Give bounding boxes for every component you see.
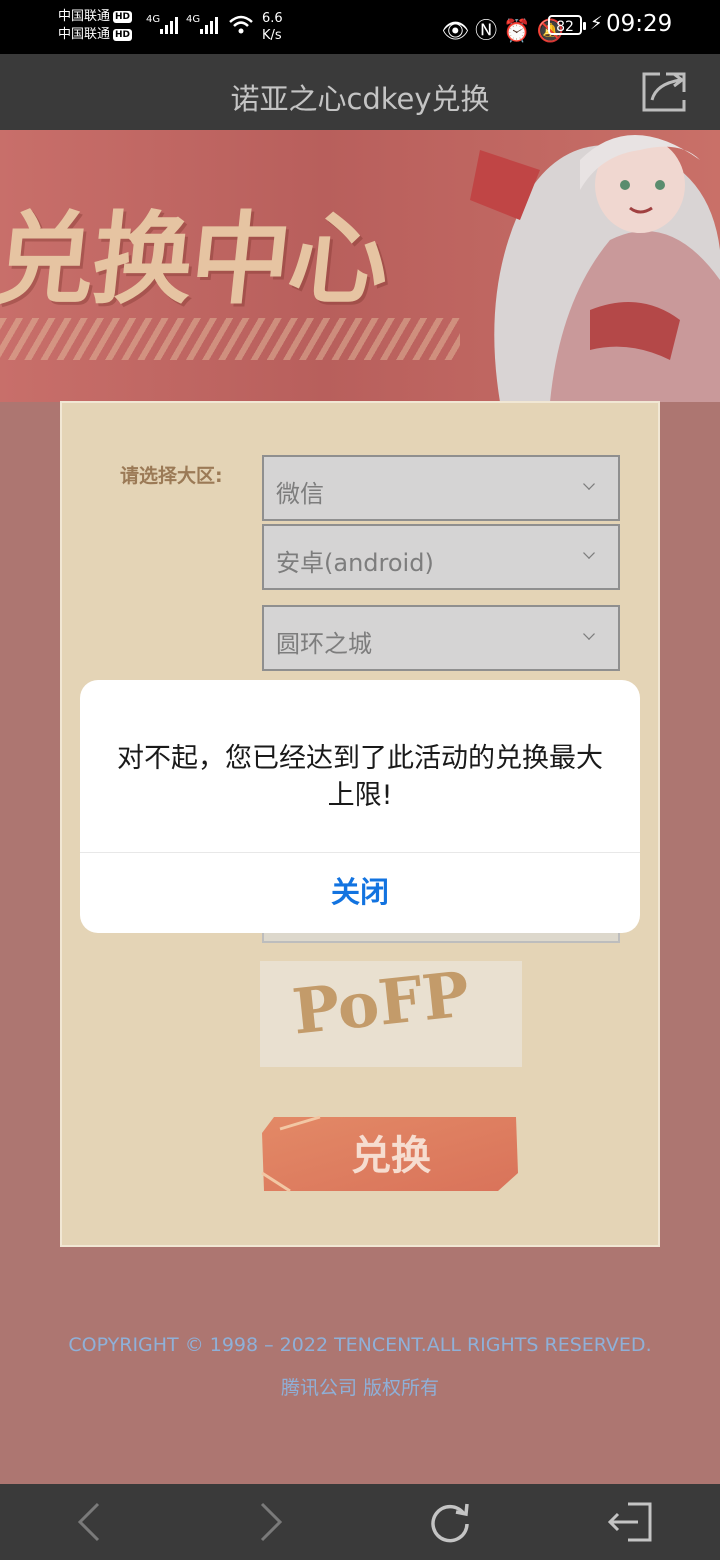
- select-value: 圆环之城: [276, 630, 372, 658]
- alert-dialog: 对不起，您已经达到了此活动的兑换最大上限! 关闭: [80, 680, 640, 933]
- dialog-message: 对不起，您已经达到了此活动的兑换最大上限!: [117, 743, 603, 811]
- copyright-cn-text: 腾讯公司 版权所有: [280, 1377, 440, 1399]
- select-value: 微信: [276, 480, 324, 508]
- hero-banner: 兑换中心: [0, 130, 720, 402]
- status-bar: 中国联通 HD 中国联通 HD 4G 4G 6.6 K/s 👁Ⓝ⏰🔕 82 ⚡ 09…: [0, 0, 720, 54]
- select-value: 安卓(android): [276, 549, 434, 577]
- chevron-down-icon: [583, 478, 595, 490]
- exit-icon[interactable]: [606, 1498, 654, 1546]
- hero-stripes: [0, 318, 460, 360]
- charging-icon: ⚡: [590, 13, 603, 34]
- region-label: 请选择大区:: [120, 465, 223, 487]
- chevron-right-icon[interactable]: [246, 1498, 294, 1546]
- battery-indicator: 82: [548, 15, 586, 35]
- platform-select[interactable]: 微信: [262, 455, 620, 521]
- copyright-text: COPYRIGHT © 1998 – 2022 TENCENT.ALL RIGH…: [68, 1334, 652, 1356]
- title-bar: 诺亚之心cdkey兑换: [0, 54, 720, 130]
- network-speed: 6.6 K/s: [262, 11, 283, 43]
- hd-badge: HD: [113, 11, 133, 23]
- clock: 09:29: [606, 11, 673, 37]
- signal-2-icon: [200, 14, 218, 34]
- signal-1-icon: [160, 14, 178, 34]
- server-select[interactable]: 圆环之城: [262, 605, 620, 671]
- redeem-button[interactable]: 兑换: [260, 1113, 522, 1195]
- alarm-icon: ⏰: [503, 19, 537, 44]
- share-icon[interactable]: [640, 70, 688, 114]
- close-button[interactable]: 关闭: [80, 852, 640, 933]
- os-select[interactable]: 安卓(android): [262, 524, 620, 590]
- chevron-left-icon[interactable]: [66, 1498, 114, 1546]
- captcha-image[interactable]: PoFP: [260, 961, 522, 1067]
- redeem-button-label: 兑换: [351, 1133, 431, 1179]
- eye-icon: 👁: [441, 19, 476, 44]
- carrier-2-label: 中国联通: [58, 27, 111, 42]
- refresh-icon[interactable]: [426, 1498, 474, 1546]
- chevron-down-icon: [583, 547, 595, 559]
- carrier-1-label: 中国联通: [58, 9, 111, 24]
- network-type-1: 4G: [146, 14, 161, 25]
- nfc-icon: Ⓝ: [475, 19, 504, 44]
- bottom-nav-bar: [0, 1484, 720, 1560]
- carrier-info: 中国联通 HD 中国联通 HD: [58, 8, 133, 44]
- network-type-2: 4G: [186, 14, 201, 25]
- hero-heading: 兑换中心: [0, 201, 394, 318]
- page-title: 诺亚之心cdkey兑换: [230, 82, 490, 116]
- wifi-icon: [229, 15, 253, 34]
- hd-badge: HD: [113, 29, 133, 41]
- chevron-down-icon: [583, 628, 595, 640]
- anime-character-illustration: [470, 135, 720, 402]
